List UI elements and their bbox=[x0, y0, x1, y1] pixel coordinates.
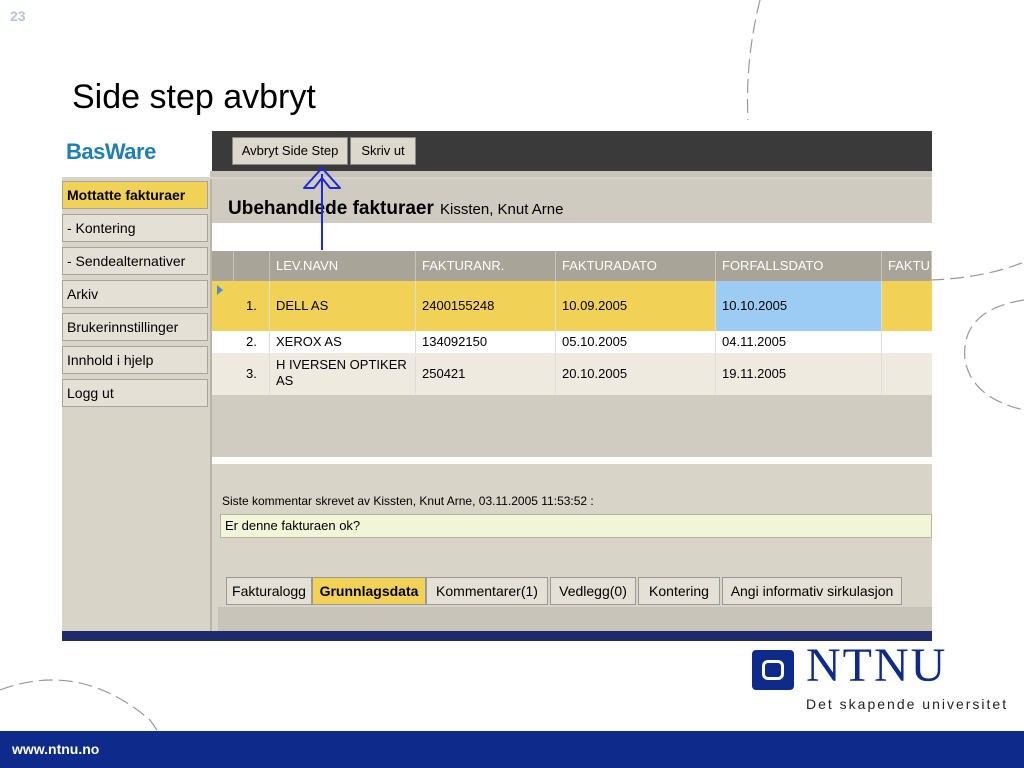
tab-circulation[interactable]: Angi informativ sirkulasjon bbox=[722, 577, 902, 605]
slide-number: 23 bbox=[10, 8, 26, 24]
cell-invoice-no: 2400155248 bbox=[416, 281, 556, 331]
app-bottom-bar bbox=[62, 631, 932, 641]
invoice-table: LEV.NAVN FAKTURANR. FAKTURADATO FORFALLS… bbox=[212, 251, 932, 427]
col-indicator bbox=[212, 251, 234, 281]
comment-meta: Siste kommentar skrevet av Kissten, Knut… bbox=[222, 494, 594, 508]
sidebar-item-user-settings[interactable]: Brukerinnstillinger bbox=[62, 313, 208, 341]
main-panel: Ubehandlede fakturaer Kissten, Knut Arne… bbox=[212, 179, 932, 641]
ntnu-logo-icon bbox=[752, 650, 794, 690]
row-number: 2. bbox=[234, 331, 270, 353]
col-supplier[interactable]: LEV.NAVN bbox=[270, 251, 416, 281]
print-button[interactable]: Skriv ut bbox=[350, 137, 416, 165]
tab-base-data[interactable]: Grunnlagsdata bbox=[312, 577, 426, 605]
ntnu-tagline: Det skapende universitet bbox=[806, 696, 1009, 712]
sidebar-item-logout[interactable]: Logg ut bbox=[62, 379, 208, 407]
page-title: Ubehandlede fakturaer bbox=[228, 198, 434, 219]
col-number bbox=[234, 251, 270, 281]
row-number: 3. bbox=[234, 353, 270, 395]
cell-invoice-date: 10.09.2005 bbox=[556, 281, 716, 331]
row-number: 1. bbox=[234, 281, 270, 331]
cell-supplier: XEROX AS bbox=[270, 331, 416, 353]
cell-due-date: 10.10.2005 bbox=[716, 281, 882, 331]
sidebar-item-help[interactable]: Innhold i hjelp bbox=[62, 346, 208, 374]
tab-invoice-log[interactable]: Fakturalogg bbox=[226, 577, 312, 605]
comment-field[interactable]: Er denne fakturaen ok? bbox=[220, 514, 932, 538]
sidebar: Mottatte fakturaer - Kontering - Sendeal… bbox=[62, 179, 212, 641]
basware-logo: BasWare bbox=[66, 139, 156, 164]
cell-invoice-no: 250421 bbox=[416, 353, 556, 395]
cell-supplier: H IVERSEN OPTIKER AS bbox=[270, 357, 416, 395]
ntnu-logo-text: NTNU bbox=[806, 639, 948, 692]
sidebar-item-send-options[interactable]: - Sendealternativer bbox=[62, 247, 208, 275]
app-window: BasWare Avbryt Side Step Skriv ut Mottat… bbox=[62, 131, 932, 641]
table-row[interactable]: 1. DELL AS 2400155248 10.09.2005 10.10.2… bbox=[212, 281, 932, 331]
page-user: Kissten, Knut Arne bbox=[440, 201, 564, 218]
cell-due-date: 04.11.2005 bbox=[716, 331, 882, 353]
table-row[interactable]: 2. XEROX AS 134092150 05.10.2005 04.11.2… bbox=[212, 331, 932, 353]
tab-accounting[interactable]: Kontering bbox=[638, 577, 720, 605]
sidebar-item-archive[interactable]: Arkiv bbox=[62, 280, 208, 308]
cell-invoice-date: 20.10.2005 bbox=[556, 353, 716, 395]
sidebar-item-received-invoices[interactable]: Mottatte fakturaer bbox=[62, 181, 208, 209]
footer-url[interactable]: www.ntnu.no bbox=[12, 741, 99, 757]
row-selected-icon bbox=[217, 285, 223, 295]
footer-bar: www.ntnu.no bbox=[0, 731, 1024, 768]
table-row[interactable]: 3. H IVERSEN OPTIKER AS 250421 20.10.200… bbox=[212, 353, 932, 395]
cell-due-date: 19.11.2005 bbox=[716, 353, 882, 395]
col-amount[interactable]: FAKTU bbox=[882, 251, 932, 281]
sidebar-item-accounting[interactable]: - Kontering bbox=[62, 214, 208, 242]
table-footer-band bbox=[212, 427, 932, 457]
cancel-side-step-button[interactable]: Avbryt Side Step bbox=[232, 137, 348, 165]
cell-invoice-date: 05.10.2005 bbox=[556, 331, 716, 353]
col-due-date[interactable]: FORFALLSDATO bbox=[716, 251, 882, 281]
comment-section: Siste kommentar skrevet av Kissten, Knut… bbox=[212, 464, 932, 584]
tab-attachments[interactable]: Vedlegg(0) bbox=[550, 577, 636, 605]
tab-comments[interactable]: Kommentarer(1) bbox=[426, 577, 548, 605]
col-invoice-date[interactable]: FAKTURADATO bbox=[556, 251, 716, 281]
col-invoice-no[interactable]: FAKTURANR. bbox=[416, 251, 556, 281]
cell-supplier: DELL AS bbox=[270, 281, 416, 331]
cell-invoice-no: 134092150 bbox=[416, 331, 556, 353]
logo-tab: BasWare bbox=[62, 131, 212, 177]
slide-title: Side step avbryt bbox=[72, 78, 316, 116]
toolbar-divider bbox=[210, 171, 932, 177]
